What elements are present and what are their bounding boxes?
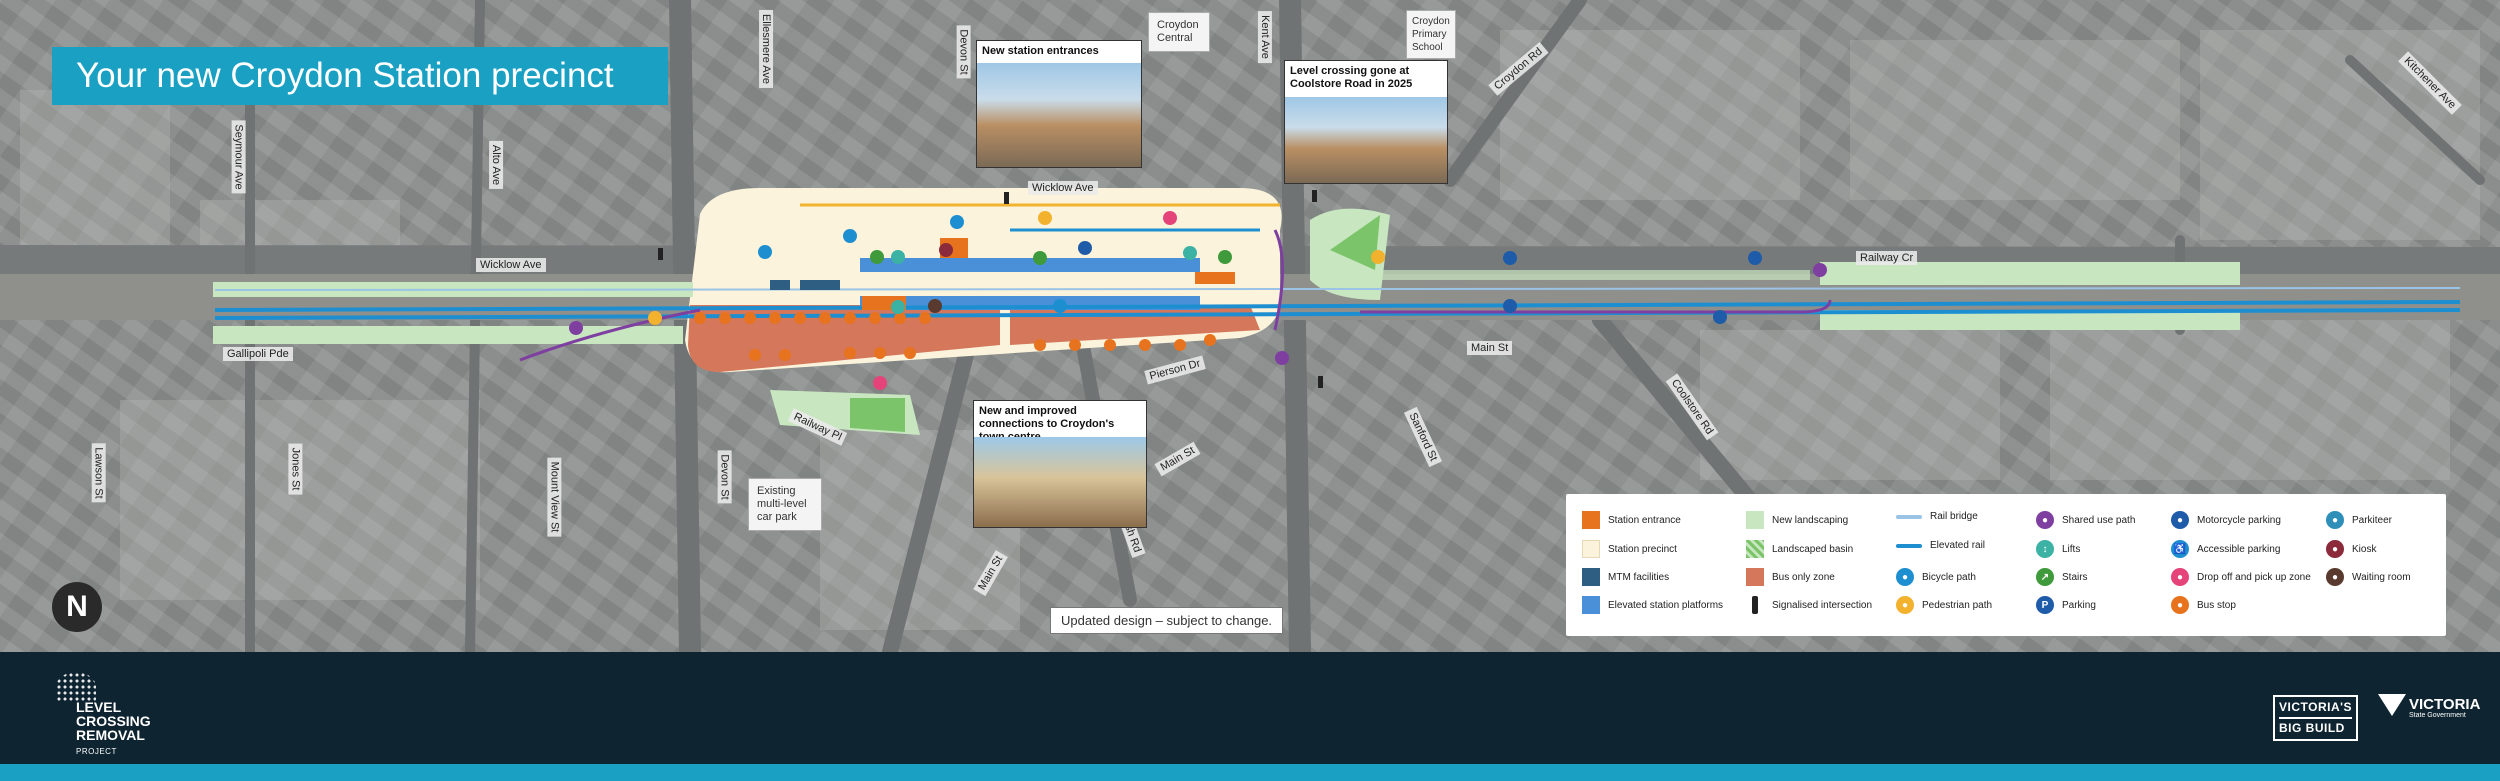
mtm-facilities-swatch — [1582, 568, 1600, 586]
lxrp-logo: LEVEL CROSSING REMOVAL PROJECT — [76, 699, 151, 756]
town-centre-render-image — [974, 437, 1146, 527]
lxrp-logo-dots-icon — [56, 672, 96, 702]
legend-item: ↗ Stairs — [2036, 568, 2088, 586]
bus-stop-icon: ● — [2171, 596, 2189, 614]
footer — [0, 652, 2500, 764]
station-entrance-swatch — [1582, 511, 1600, 529]
map-legend: Station entrance Station precinct MTM fa… — [1566, 494, 2446, 636]
street-label-ellesmere-ave: Ellesmere Ave — [759, 9, 774, 89]
legend-item: Station precinct — [1582, 540, 1677, 558]
street-label-devon-st: Devon St — [956, 25, 971, 79]
lift-icon: ↕ — [2036, 540, 2054, 558]
street-label-devon-st-lower: Devon St — [717, 450, 732, 504]
place-label-croydon-central: Croydon Central — [1148, 12, 1210, 52]
victorias-big-build-logo: VICTORIA'S BIG BUILD — [2273, 695, 2358, 741]
callout-new-station-entrances[interactable]: New station entrances — [976, 40, 1142, 168]
pedestrian-path-icon: ● — [1896, 596, 1914, 614]
street-label-gallipoli-pde: Gallipoli Pde — [223, 347, 293, 361]
bus-only-zone-swatch — [1746, 568, 1764, 586]
legend-item: ● Motorcycle parking — [2171, 511, 2281, 529]
legend-item: New landscaping — [1746, 511, 1848, 529]
street-label-alto-ave: Alto Ave — [489, 140, 504, 190]
legend-item: ● Shared use path — [2036, 511, 2135, 529]
legend-item: MTM facilities — [1582, 568, 1669, 586]
elevated-platforms-swatch — [1582, 596, 1600, 614]
callout-title: New station entrances — [982, 45, 1099, 57]
coolstore-road-render-image — [1285, 97, 1447, 183]
legend-item: ● Kiosk — [2326, 540, 2376, 558]
parking-icon: P — [2036, 596, 2054, 614]
callout-level-crossing-gone[interactable]: Level crossing gone at Coolstore Road in… — [1284, 60, 1448, 184]
legend-item: Elevated rail — [1896, 540, 1985, 551]
legend-item: Signalised intersection — [1746, 596, 1872, 614]
legend-item: Landscaped basin — [1746, 540, 1853, 558]
parkiteer-icon: ● — [2326, 511, 2344, 529]
shared-use-path-icon: ● — [2036, 511, 2054, 529]
street-label-lawson-st: Lawson St — [91, 443, 106, 503]
kiosk-icon: ● — [2326, 540, 2344, 558]
rail-bridge-line — [1896, 514, 1922, 519]
bicycle-path-icon: ● — [1896, 568, 1914, 586]
station-precinct-swatch — [1582, 540, 1600, 558]
place-label-existing-car-park: Existing multi-level car park — [748, 478, 822, 531]
waiting-room-icon: ● — [2326, 568, 2344, 586]
accessible-parking-icon: ♿ — [2171, 540, 2189, 558]
design-note: Updated design – subject to change. — [1050, 607, 1284, 634]
legend-item: Bus only zone — [1746, 568, 1835, 586]
place-label-croydon-primary-school: Croydon Primary School — [1406, 10, 1456, 59]
footer-band — [0, 764, 2500, 781]
landscaped-basin-swatch — [1746, 540, 1764, 558]
precinct-map[interactable]: Your new Croydon Station precinct Wicklo… — [0, 0, 2500, 652]
new-landscaping-swatch — [1746, 511, 1764, 529]
street-label-wicklow-ave-top: Wicklow Ave — [1028, 181, 1098, 195]
motorcycle-parking-icon: ● — [2171, 511, 2189, 529]
street-label-railway-cr: Railway Cr — [1856, 251, 1918, 265]
legend-item: ♿ Accessible parking — [2171, 540, 2280, 558]
legend-item: P Parking — [2036, 596, 2096, 614]
stairs-icon: ↗ — [2036, 568, 2054, 586]
victoria-crest-icon — [2378, 694, 2406, 716]
legend-item: ↕ Lifts — [2036, 540, 2080, 558]
traffic-light-icon — [1752, 596, 1758, 614]
street-label-jones-st: Jones St — [288, 443, 303, 495]
victoria-state-government-logo: VICTORIA State Government — [2378, 694, 2480, 719]
station-entrance-render-image — [977, 63, 1141, 167]
street-label-seymour-ave: Seymour Ave — [231, 120, 246, 194]
legend-item: Rail bridge — [1896, 511, 1978, 522]
legend-item: Elevated station platforms — [1582, 596, 1723, 614]
street-label-wicklow-ave: Wicklow Ave — [476, 258, 546, 272]
legend-item: ● Parkiteer — [2326, 511, 2392, 529]
callout-title: Level crossing gone at Coolstore Road in… — [1290, 65, 1413, 90]
callout-town-centre-connections[interactable]: New and improved connections to Croydon'… — [973, 400, 1147, 528]
legend-item: ● Bicycle path — [1896, 568, 1976, 586]
street-label-kent-ave: Kent Ave — [1257, 11, 1272, 63]
legend-item: ● Bus stop — [2171, 596, 2236, 614]
street-label-main-st: Main St — [1467, 341, 1513, 355]
drop-off-icon: ● — [2171, 568, 2189, 586]
legend-item: ● Drop off and pick up zone — [2171, 568, 2311, 586]
page-title: Your new Croydon Station precinct — [52, 47, 668, 105]
street-label-mount-view-st: Mount View St — [547, 457, 562, 537]
elevated-rail-line — [1896, 543, 1922, 548]
legend-item: ● Pedestrian path — [1896, 596, 1992, 614]
north-arrow-icon: N — [52, 582, 102, 632]
legend-item: Station entrance — [1582, 511, 1681, 529]
legend-item: ● Waiting room — [2326, 568, 2411, 586]
